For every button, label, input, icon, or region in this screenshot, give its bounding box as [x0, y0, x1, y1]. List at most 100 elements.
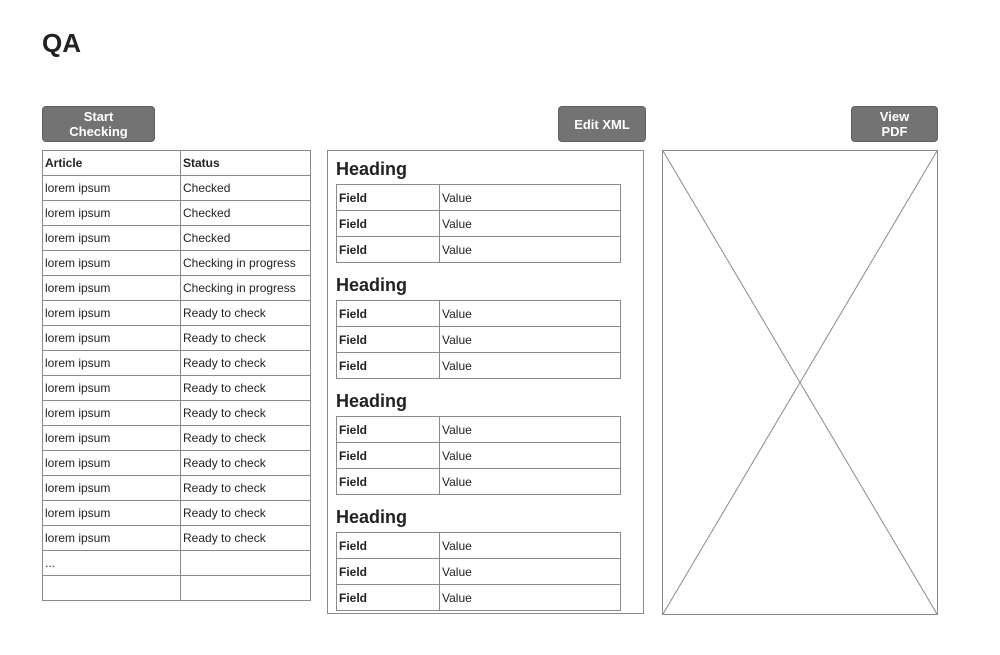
- field-row: Field Value: [336, 184, 621, 211]
- field-table: Field Value Field Value Field Value: [336, 184, 621, 263]
- field-name: Field: [336, 184, 440, 211]
- start-checking-button[interactable]: Start Checking: [42, 106, 155, 142]
- status-cell: Ready to check: [180, 475, 311, 501]
- field-row: Field Value: [336, 326, 621, 353]
- field-value[interactable]: Value: [439, 210, 621, 237]
- xml-section: Heading Field Value Field Value Field Value: [336, 273, 635, 379]
- status-cell: Ready to check: [180, 525, 311, 551]
- field-row: Field Value: [336, 442, 621, 469]
- status-cell: Checked: [180, 200, 311, 226]
- field-table: Field Value Field Value Field Value: [336, 300, 621, 379]
- field-name: Field: [336, 584, 440, 611]
- field-name: Field: [336, 352, 440, 379]
- field-table: Field Value Field Value Field Value: [336, 532, 621, 611]
- field-name: Field: [336, 210, 440, 237]
- table-header-row: Article Status: [42, 150, 311, 176]
- field-row: Field Value: [336, 584, 621, 611]
- table-row[interactable]: lorem ipsum Ready to check: [42, 325, 311, 351]
- article-rows: lorem ipsum Checked lorem ipsum Checked lore…: [42, 175, 311, 601]
- field-name: Field: [336, 558, 440, 585]
- field-row: Field Value: [336, 532, 621, 559]
- field-row: Field Value: [336, 210, 621, 237]
- field-value[interactable]: Value: [439, 442, 621, 469]
- article-cell: lorem ipsum: [42, 450, 181, 476]
- status-cell: Ready to check: [180, 325, 311, 351]
- field-name: Field: [336, 236, 440, 263]
- field-value[interactable]: Value: [439, 300, 621, 327]
- article-cell: lorem ipsum: [42, 525, 181, 551]
- column-header-article: Article: [42, 150, 181, 176]
- article-cell: lorem ipsum: [42, 300, 181, 326]
- table-row[interactable]: lorem ipsum Checked: [42, 200, 311, 226]
- field-value[interactable]: Value: [439, 558, 621, 585]
- status-cell: Ready to check: [180, 400, 311, 426]
- table-row[interactable]: lorem ipsum Ready to check: [42, 375, 311, 401]
- field-value[interactable]: Value: [439, 352, 621, 379]
- field-name: Field: [336, 416, 440, 443]
- column-header-status: Status: [180, 150, 311, 176]
- table-row[interactable]: lorem ipsum Ready to check: [42, 425, 311, 451]
- article-cell: lorem ipsum: [42, 375, 181, 401]
- table-row[interactable]: lorem ipsum Ready to check: [42, 350, 311, 376]
- field-name: Field: [336, 468, 440, 495]
- table-row[interactable]: lorem ipsum Checking in progress: [42, 250, 311, 276]
- table-row[interactable]: lorem ipsum Ready to check: [42, 525, 311, 551]
- xml-section: Heading Field Value Field Value Field Value: [336, 389, 635, 495]
- status-cell: Ready to check: [180, 500, 311, 526]
- field-value[interactable]: Value: [439, 236, 621, 263]
- table-row[interactable]: [42, 575, 311, 601]
- table-row[interactable]: lorem ipsum Checked: [42, 175, 311, 201]
- field-row: Field Value: [336, 236, 621, 263]
- status-cell: [180, 575, 311, 601]
- field-name: Field: [336, 532, 440, 559]
- article-cell: lorem ipsum: [42, 425, 181, 451]
- field-value[interactable]: Value: [439, 416, 621, 443]
- pdf-preview-panel: [662, 150, 938, 615]
- table-row[interactable]: lorem ipsum Checking in progress: [42, 275, 311, 301]
- field-value[interactable]: Value: [439, 468, 621, 495]
- section-heading: Heading: [336, 507, 408, 527]
- field-row: Field Value: [336, 468, 621, 495]
- status-cell: Checked: [180, 225, 311, 251]
- image-placeholder-icon: [662, 150, 938, 615]
- article-status-table: Article Status lorem ipsum Checked lorem i…: [42, 150, 311, 601]
- table-row[interactable]: lorem ipsum Ready to check: [42, 475, 311, 501]
- field-name: Field: [336, 442, 440, 469]
- view-pdf-button[interactable]: View PDF: [851, 106, 938, 142]
- status-cell: [180, 550, 311, 576]
- status-cell: Ready to check: [180, 450, 311, 476]
- table-row[interactable]: lorem ipsum Ready to check: [42, 400, 311, 426]
- xml-panel: Heading Field Value Field Value Field Value Hea…: [327, 150, 644, 614]
- edit-xml-button[interactable]: Edit XML: [558, 106, 646, 142]
- page-title: QA: [42, 28, 81, 58]
- field-value[interactable]: Value: [439, 584, 621, 611]
- section-heading: Heading: [336, 275, 408, 295]
- table-row[interactable]: lorem ipsum Ready to check: [42, 450, 311, 476]
- status-cell: Checked: [180, 175, 311, 201]
- field-value[interactable]: Value: [439, 532, 621, 559]
- status-cell: Ready to check: [180, 425, 311, 451]
- article-cell: [42, 575, 181, 601]
- article-cell: lorem ipsum: [42, 175, 181, 201]
- status-cell: Ready to check: [180, 350, 311, 376]
- qa-page: QA Start Checking Edit XML View PDF Arti…: [0, 0, 1000, 655]
- field-row: Field Value: [336, 558, 621, 585]
- table-row[interactable]: lorem ipsum Checked: [42, 225, 311, 251]
- field-row: Field Value: [336, 352, 621, 379]
- field-row: Field Value: [336, 416, 621, 443]
- article-cell: lorem ipsum: [42, 225, 181, 251]
- table-row[interactable]: lorem ipsum Ready to check: [42, 500, 311, 526]
- field-name: Field: [336, 326, 440, 353]
- field-value[interactable]: Value: [439, 326, 621, 353]
- article-cell: lorem ipsum: [42, 250, 181, 276]
- section-heading: Heading: [336, 159, 408, 179]
- status-cell: Ready to check: [180, 375, 311, 401]
- article-cell: lorem ipsum: [42, 350, 181, 376]
- field-name: Field: [336, 300, 440, 327]
- table-row[interactable]: lorem ipsum Ready to check: [42, 300, 311, 326]
- table-row[interactable]: ...: [42, 550, 311, 576]
- field-value[interactable]: Value: [439, 184, 621, 211]
- article-cell: lorem ipsum: [42, 500, 181, 526]
- xml-section: Heading Field Value Field Value Field Value: [336, 157, 635, 263]
- article-cell: lorem ipsum: [42, 475, 181, 501]
